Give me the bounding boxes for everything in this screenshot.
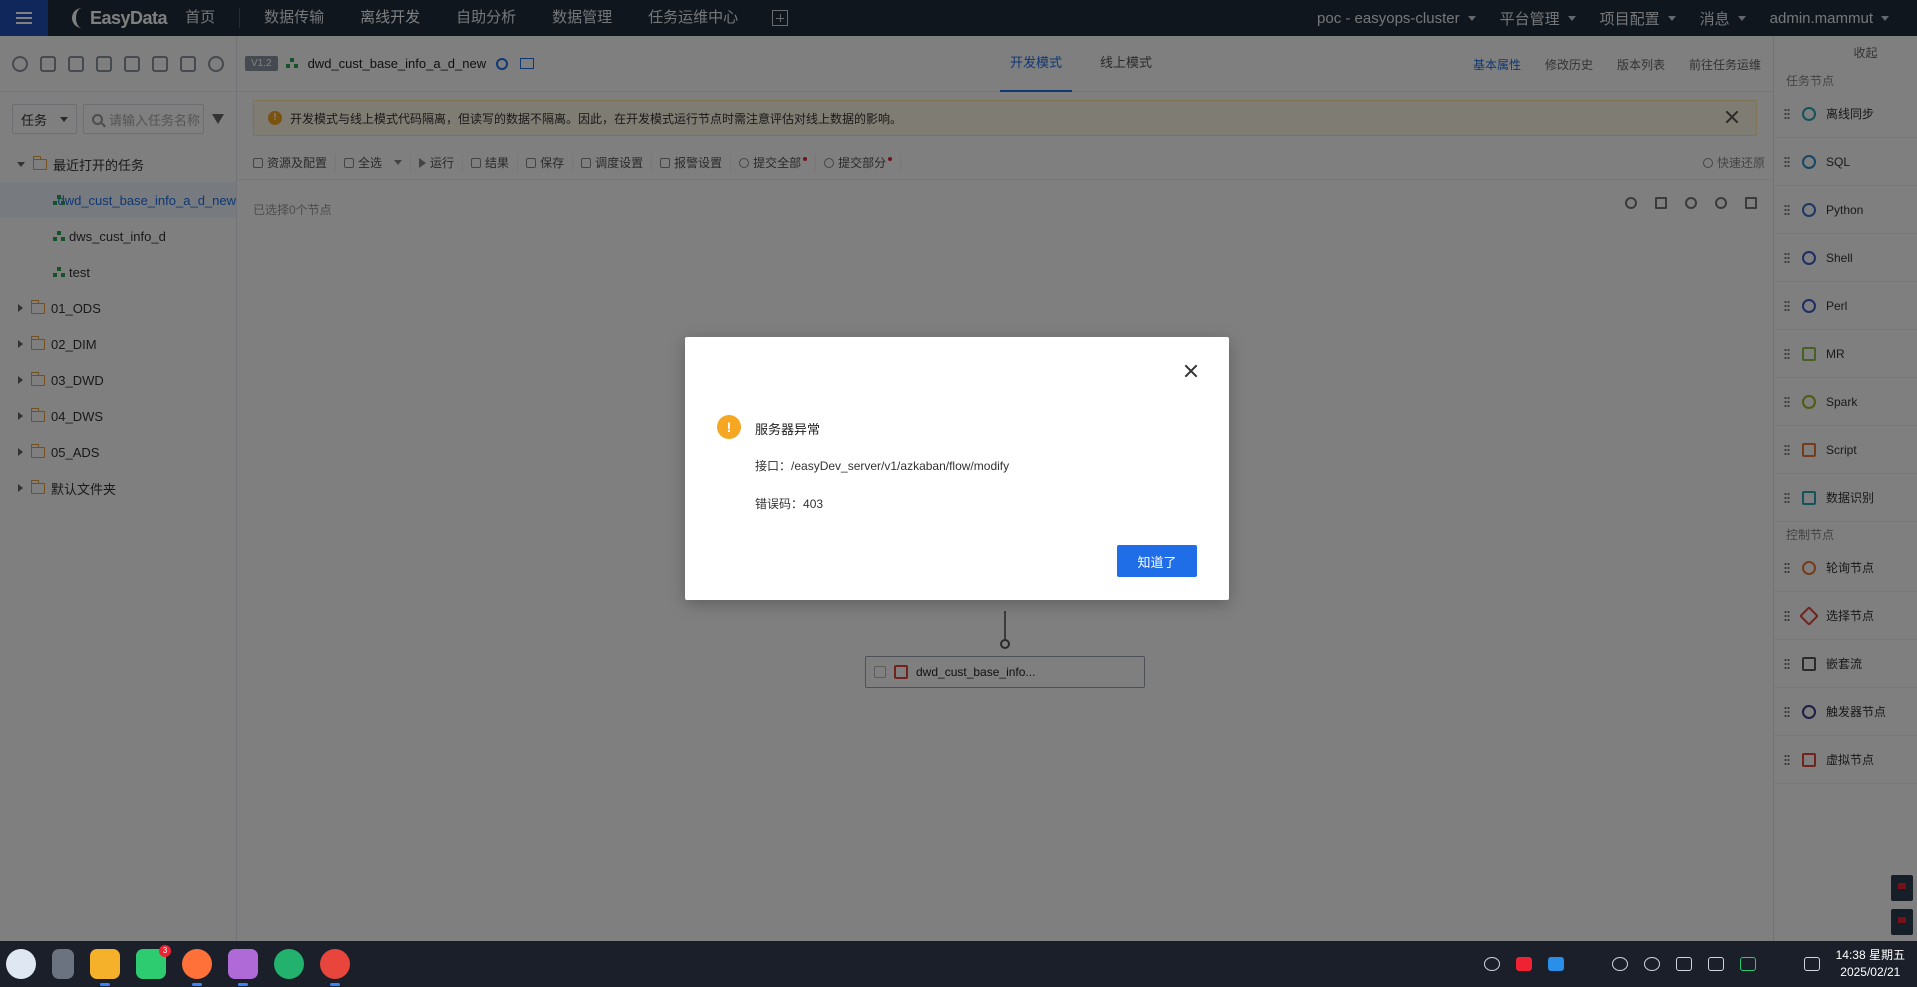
os-taskbar: 3 14:38 星期五 2025/02/21 xyxy=(0,941,1917,987)
ok-button[interactable]: 知道了 xyxy=(1117,545,1197,577)
warning-icon: ! xyxy=(717,415,741,439)
notification-badge: 3 xyxy=(159,945,171,957)
close-icon[interactable] xyxy=(1183,363,1199,379)
chat-app-icon[interactable]: 3 xyxy=(136,945,171,979)
firefox-icon[interactable] xyxy=(182,949,212,986)
chrome-icon[interactable] xyxy=(320,949,350,986)
clock-time: 14:38 星期五 xyxy=(1835,948,1905,962)
chevron-right-icon[interactable] xyxy=(1580,957,1596,971)
search-icon[interactable] xyxy=(1611,957,1628,971)
running-indicator xyxy=(100,983,110,986)
clock[interactable]: 14:38 星期五 2025/02/21 xyxy=(1828,947,1917,981)
running-indicator xyxy=(238,983,248,986)
multitask-icon[interactable] xyxy=(52,949,74,979)
running-indicator xyxy=(330,983,340,986)
file-manager-icon[interactable] xyxy=(90,949,120,986)
text-editor-icon[interactable] xyxy=(228,949,258,986)
dialog-error-code: 错误码：403 xyxy=(755,497,824,511)
app-window: EasyData 首页 数据传输 离线开发 自助分析 数据管理 任务运维中心 p… xyxy=(0,0,1917,941)
running-indicator xyxy=(192,983,202,986)
dialog-endpoint: 接口：/easyDev_server/v1/azkaban/flow/modif… xyxy=(755,459,1010,473)
system-tray: 14:38 星期五 2025/02/21 xyxy=(1476,941,1917,987)
edge-browser-icon[interactable] xyxy=(274,949,304,979)
dialog-title: 服务器异常 xyxy=(755,422,821,437)
notification-icon[interactable] xyxy=(1803,957,1820,971)
keyboard-icon[interactable] xyxy=(1707,957,1724,971)
sync-tray-icon[interactable] xyxy=(1547,957,1564,971)
cloud-icon[interactable] xyxy=(1483,957,1500,971)
wifi-icon[interactable] xyxy=(1643,957,1660,971)
battery-icon[interactable] xyxy=(1739,957,1756,971)
launcher-icon[interactable] xyxy=(6,949,36,979)
app-tray-icon[interactable] xyxy=(1515,957,1532,971)
clock-date: 2025/02/21 xyxy=(1840,965,1901,979)
volume-muted-icon[interactable] xyxy=(1675,957,1692,971)
error-dialog: ! 服务器异常 接口：/easyDev_server/v1/azkaban/fl… xyxy=(685,337,1229,600)
bluetooth-icon[interactable] xyxy=(1772,957,1788,971)
